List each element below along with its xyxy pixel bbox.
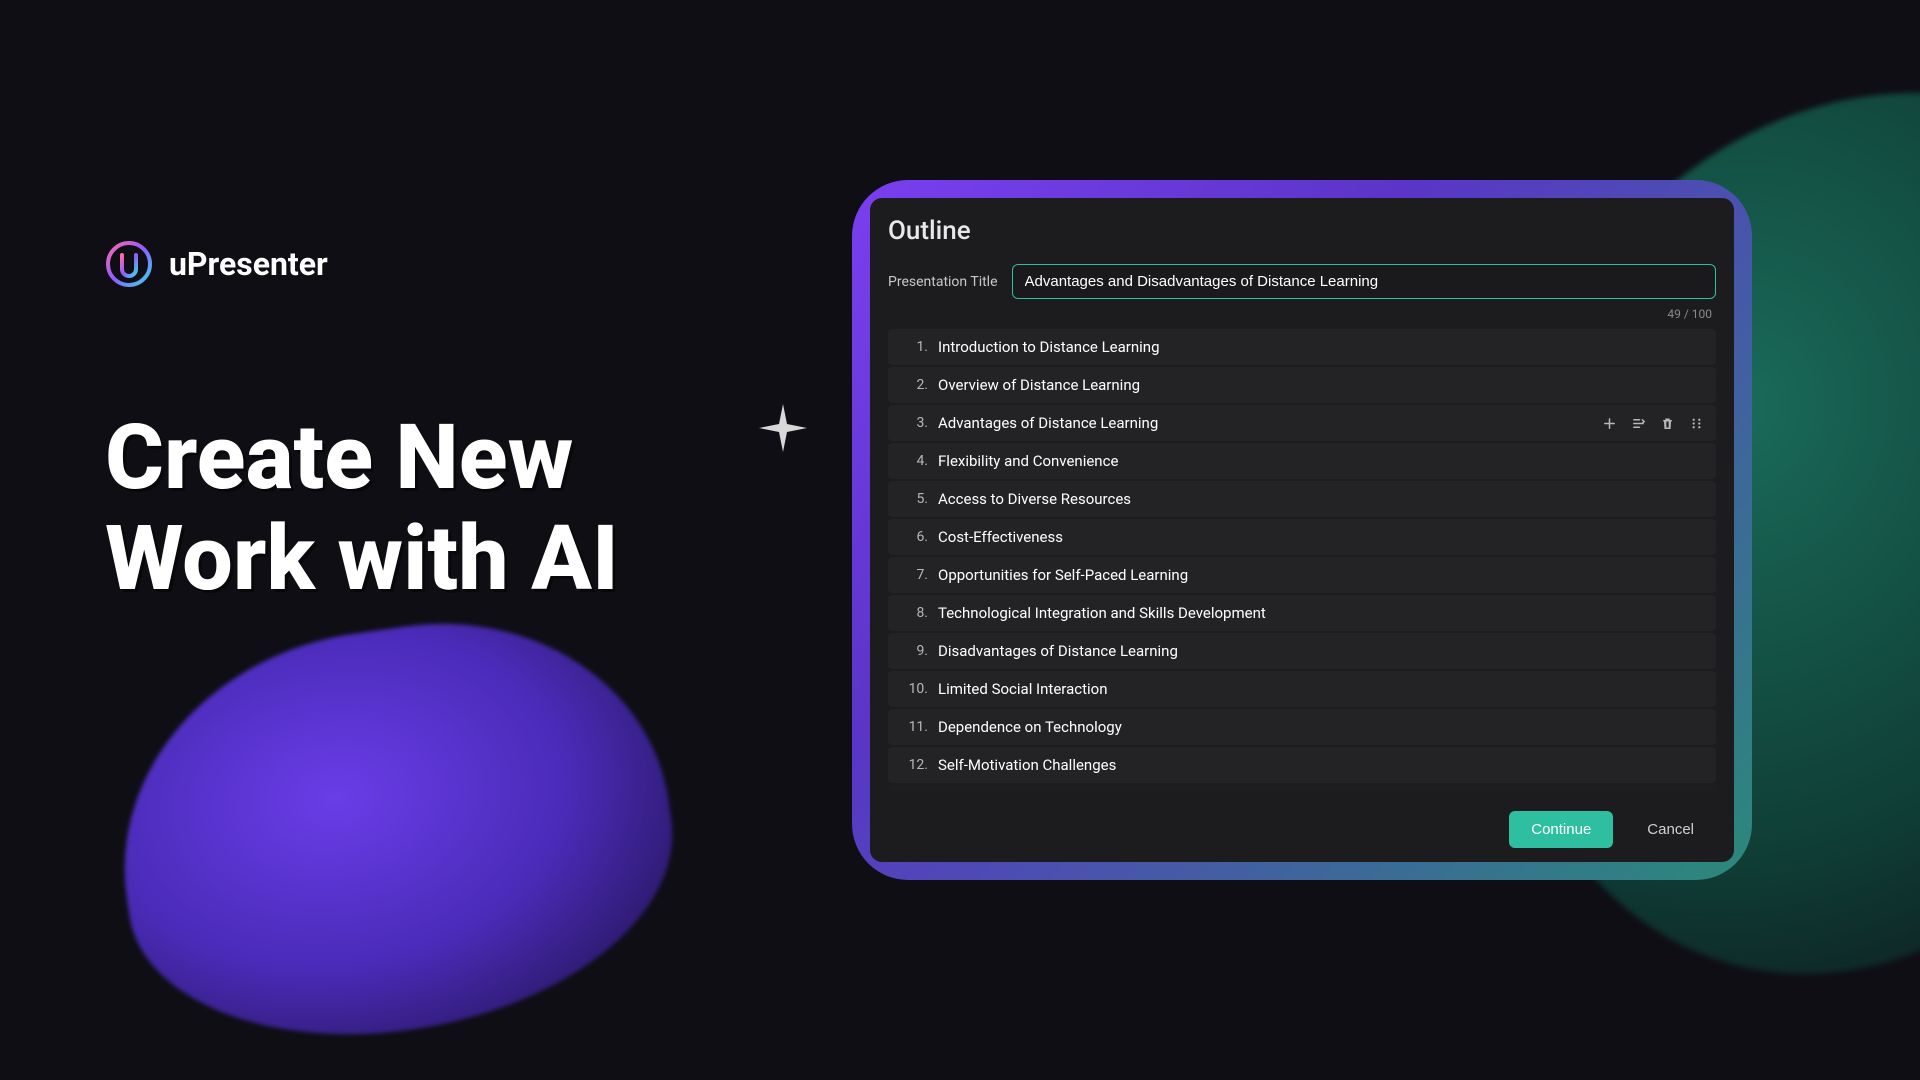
delete-icon[interactable] xyxy=(1660,416,1675,431)
presentation-title-row: Presentation Title xyxy=(888,264,1716,299)
outline-card: Outline Presentation Title 49 / 100 1. In… xyxy=(870,198,1734,862)
outline-item-text: Introduction to Distance Learning xyxy=(938,338,1704,356)
left-column: uPresenter Create New Work with AI xyxy=(105,240,619,610)
outline-item[interactable]: 1. Introduction to Distance Learning xyxy=(888,329,1716,365)
outline-item[interactable]: 10. Limited Social Interaction xyxy=(888,671,1716,707)
outline-item-number: 12. xyxy=(900,757,928,773)
dialog-footer: Continue Cancel xyxy=(888,797,1716,848)
outline-item-text: Flexibility and Convenience xyxy=(938,452,1704,470)
outline-item-text: Overview of Distance Learning xyxy=(938,376,1704,394)
drag-handle-icon[interactable] xyxy=(1689,416,1704,431)
outline-item-number: 4. xyxy=(900,453,928,469)
decorative-blob-purple xyxy=(95,594,695,1067)
outline-item-text: Access to Diverse Resources xyxy=(938,490,1704,508)
outline-item[interactable]: 6. Cost-Effectiveness xyxy=(888,519,1716,555)
outline-card-wrapper: Outline Presentation Title 49 / 100 1. In… xyxy=(852,180,1752,880)
outline-item-text: Advantages of Distance Learning xyxy=(938,414,1602,432)
outline-item-number: 10. xyxy=(900,681,928,697)
outline-item-actions xyxy=(1602,416,1704,431)
indent-icon[interactable] xyxy=(1631,416,1646,431)
outline-item-number: 2. xyxy=(900,377,928,393)
cancel-button[interactable]: Cancel xyxy=(1625,811,1716,848)
continue-button[interactable]: Continue xyxy=(1509,811,1613,848)
brand-logo: uPresenter xyxy=(105,240,619,288)
presentation-title-input[interactable] xyxy=(1012,264,1716,299)
headline-line-2: Work with AI xyxy=(105,506,619,611)
outline-item-number: 8. xyxy=(900,605,928,621)
outline-item[interactable]: 5. Access to Diverse Resources xyxy=(888,481,1716,517)
outline-item-text: Limited Social Interaction xyxy=(938,680,1704,698)
outline-item[interactable]: 12. Self-Motivation Challenges xyxy=(888,747,1716,783)
outline-heading: Outline xyxy=(888,216,1716,246)
headline-line-1: Create New xyxy=(105,405,573,510)
logo-icon xyxy=(105,240,153,288)
sparkle-icon xyxy=(755,400,811,460)
outline-item[interactable]: 3. Advantages of Distance Learning xyxy=(888,405,1716,441)
presentation-title-label: Presentation Title xyxy=(888,274,998,290)
outline-item-number: 1. xyxy=(900,339,928,355)
outline-item-text: Self-Motivation Challenges xyxy=(938,756,1704,774)
outline-item-number: 5. xyxy=(900,491,928,507)
outline-item-text: Dependence on Technology xyxy=(938,718,1704,736)
add-icon[interactable] xyxy=(1602,416,1617,431)
outline-item[interactable]: 8. Technological Integration and Skills D… xyxy=(888,595,1716,631)
outline-item[interactable]: 4. Flexibility and Convenience xyxy=(888,443,1716,479)
outline-item[interactable]: 9. Disadvantages of Distance Learning xyxy=(888,633,1716,669)
outline-item-number: 7. xyxy=(900,567,928,583)
outline-list: 1. Introduction to Distance Learning 2. Ove… xyxy=(888,329,1716,791)
outline-item-number: 9. xyxy=(900,643,928,659)
outline-item[interactable]: 7. Opportunities for Self-Paced Learning xyxy=(888,557,1716,593)
character-count: 49 / 100 xyxy=(888,307,1716,321)
outline-item[interactable]: 11. Dependence on Technology xyxy=(888,709,1716,745)
outline-item-number: 3. xyxy=(900,415,928,431)
outline-item-text: Opportunities for Self-Paced Learning xyxy=(938,566,1704,584)
outline-item[interactable]: 13.Potential for Distractions xyxy=(888,785,1716,791)
headline: Create New Work with AI xyxy=(105,408,619,610)
outline-item-number: 11. xyxy=(900,719,928,735)
outline-item-text: Disadvantages of Distance Learning xyxy=(938,642,1704,660)
outline-item-text: Cost-Effectiveness xyxy=(938,528,1704,546)
brand-name: uPresenter xyxy=(169,245,328,283)
outline-item-text: Technological Integration and Skills Dev… xyxy=(938,604,1704,622)
outline-item[interactable]: 2. Overview of Distance Learning xyxy=(888,367,1716,403)
outline-item-number: 6. xyxy=(900,529,928,545)
